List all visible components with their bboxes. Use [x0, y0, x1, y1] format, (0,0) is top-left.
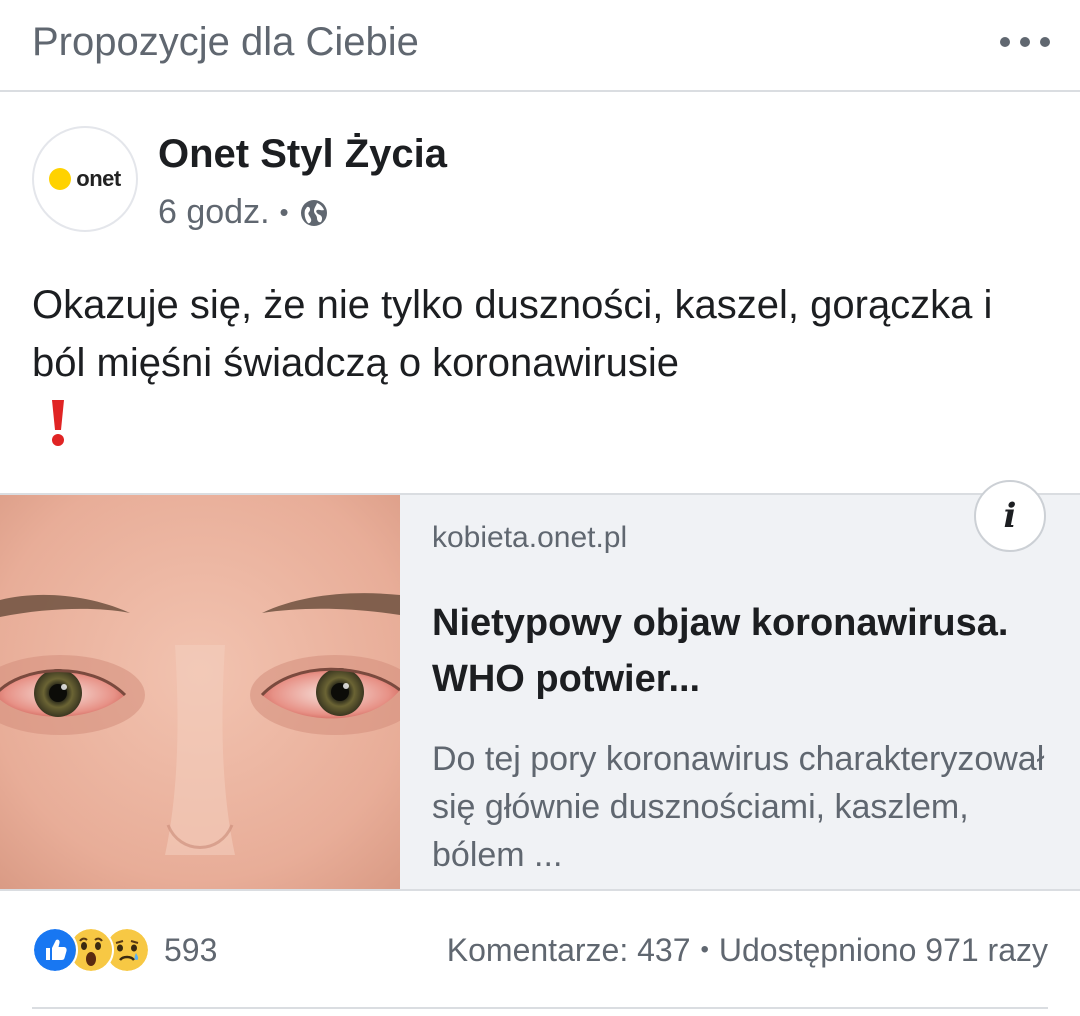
reactions-summary[interactable]: 593: [32, 927, 217, 973]
post-message: Okazuje się, że nie tylko duszności, kas…: [32, 283, 993, 385]
engagement-bar: 593 Komentarze: 437 • Udostępniono 971 r…: [32, 925, 1048, 975]
more-options-button[interactable]: [1000, 30, 1050, 54]
more-dot-icon: [1020, 37, 1030, 47]
globe-icon: [300, 199, 327, 226]
section-title: Propozycje dla Ciebie: [32, 20, 419, 64]
meta-separator: •: [279, 197, 289, 227]
more-dot-icon: [1040, 37, 1050, 47]
link-description: Do tej pory koronawirus charakteryzował …: [432, 740, 1045, 874]
link-preview-card[interactable]: kobieta.onet.pl Nietypowy objaw koronawi…: [0, 480, 1080, 891]
article-thumbnail-image: [0, 495, 400, 889]
comments-count-link[interactable]: Komentarze: 437: [447, 932, 691, 969]
link-title[interactable]: Nietypowy objaw koronawirusa. WHO potwie…: [432, 595, 1052, 707]
page-avatar[interactable]: onet: [32, 126, 138, 232]
reaction-count: 593: [164, 931, 218, 968]
feed-section-header: Propozycje dla Ciebie: [0, 0, 1080, 92]
more-dot-icon: [1000, 37, 1010, 47]
page-name-link[interactable]: Onet Styl Życia: [158, 132, 447, 177]
info-icon[interactable]: i: [974, 480, 1046, 552]
exclamation-mark-icon: [52, 400, 64, 446]
post-meta: 6 godz. •: [158, 193, 329, 232]
link-domain: kobieta.onet.pl: [432, 521, 628, 554]
onet-logo-dot-icon: [49, 168, 72, 190]
post-timestamp[interactable]: 6 godz.: [158, 193, 270, 232]
onet-logo-text: onet: [76, 166, 121, 191]
counts-separator: •: [700, 936, 709, 963]
comment-share-counts: Komentarze: 437 • Udostępniono 971 razy: [447, 932, 1048, 969]
divider: [32, 1007, 1048, 1009]
like-icon: [32, 927, 78, 973]
shares-count-link[interactable]: Udostępniono 971 razy: [719, 932, 1048, 969]
